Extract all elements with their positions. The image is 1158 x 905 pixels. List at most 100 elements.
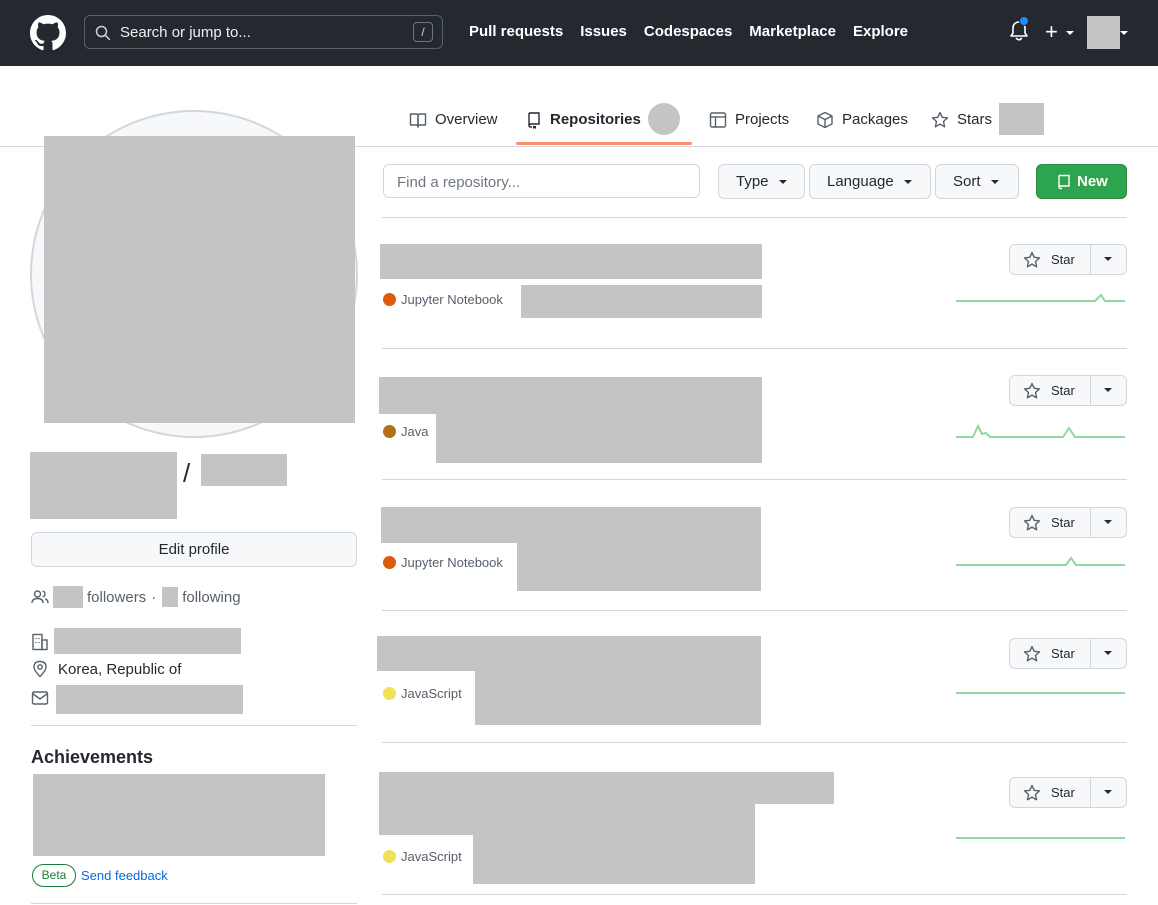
repo-title[interactable] [380,244,762,279]
chevron-down-icon[interactable] [1066,31,1074,35]
search-input[interactable]: Search or jump to... / [84,15,443,49]
chevron-down-icon[interactable] [1104,790,1112,794]
star-icon [1023,251,1041,267]
activity-sparkline [956,837,1125,839]
sidebar-divider-bottom [31,903,357,904]
repo-description [379,804,755,835]
find-repository-input[interactable]: Find a repository... [383,164,700,198]
repo-language: Jupyter Notebook [383,292,503,307]
repo-language-label: Java [401,424,429,439]
sort-filter-button[interactable]: Sort [935,164,1019,199]
star-action[interactable]: Star [1010,376,1091,405]
repo-description [517,543,761,591]
star-icon [1023,784,1041,800]
send-feedback-link[interactable]: Send feedback [81,868,168,883]
profile-email[interactable] [56,685,243,714]
nav-issues[interactable]: Issues [580,23,627,40]
list-divider [382,348,1127,349]
tab-stars[interactable]: Stars [931,104,992,146]
star-action[interactable]: Star [1010,778,1091,807]
create-new-button[interactable]: + [1045,21,1058,43]
star-action[interactable]: Star [1010,245,1091,274]
following-label[interactable]: following [182,589,240,606]
repo-title[interactable] [381,507,761,543]
repo-description [436,414,762,463]
language-color-dot [383,293,396,306]
chevron-down-icon[interactable] [1104,257,1112,261]
profile-avatar[interactable] [44,136,355,423]
tab-projects[interactable]: Projects [709,104,789,146]
star-button[interactable]: Star [1009,244,1127,275]
repo-title[interactable] [377,636,761,671]
repo-language-label: Jupyter Notebook [401,292,503,307]
star-icon [1023,645,1041,661]
star-label: Star [1051,785,1075,800]
tab-packages[interactable]: Packages [816,104,908,146]
tab-overview-label: Overview [435,111,498,128]
repo-title[interactable] [379,377,762,414]
tab-overview[interactable]: Overview [409,104,498,146]
activity-sparkline [956,423,1125,438]
repo-language: JavaScript [383,686,462,701]
language-filter-button[interactable]: Language [809,164,931,199]
new-repository-button[interactable]: New [1036,164,1127,199]
star-button[interactable]: Star [1009,777,1127,808]
nav-pull-requests[interactable]: Pull requests [469,23,563,40]
star-button[interactable]: Star [1009,638,1127,669]
repo-title[interactable] [379,772,834,804]
nav-marketplace[interactable]: Marketplace [749,23,836,40]
achievement-badges[interactable] [33,774,325,856]
followers-label[interactable]: followers [87,589,146,606]
search-shortcut-key: / [413,22,433,42]
language-filter-label: Language [827,173,894,190]
chevron-down-icon[interactable] [1120,31,1128,35]
user-avatar[interactable] [1087,16,1120,49]
repositories-count-badge [648,103,680,135]
search-icon [95,25,111,41]
chevron-down-icon[interactable] [1104,651,1112,655]
nav-codespaces[interactable]: Codespaces [644,23,732,40]
nav-explore[interactable]: Explore [853,23,908,40]
global-header: Search or jump to... / Pull requests Iss… [0,0,1158,66]
github-logo-icon[interactable] [30,15,66,51]
sort-filter-label: Sort [953,173,981,190]
profile-company [54,628,241,654]
new-repository-label: New [1077,173,1108,190]
table-icon [709,112,727,128]
star-button[interactable]: Star [1009,375,1127,406]
top-navigation: Pull requests Issues Codespaces Marketpl… [469,23,908,40]
star-action[interactable]: Star [1010,639,1091,668]
stars-count-badge [999,103,1044,135]
repo-language: Java [383,424,428,439]
star-icon [931,111,949,128]
list-divider [382,217,1127,218]
people-icon [31,590,49,604]
star-label: Star [1051,515,1075,530]
follow-separator: · [151,588,157,606]
star-label: Star [1051,646,1075,661]
list-divider [382,610,1127,611]
mail-icon [31,691,49,705]
star-label: Star [1051,383,1075,398]
following-count[interactable] [162,587,179,607]
repo-description-continued [473,835,755,884]
star-icon [1023,382,1041,398]
active-tab-indicator [516,142,692,145]
star-label: Star [1051,252,1075,267]
type-filter-button[interactable]: Type [718,164,805,199]
tab-packages-label: Packages [842,111,908,128]
tab-repositories[interactable]: Repositories [526,104,641,146]
chevron-down-icon[interactable] [1104,520,1112,524]
repo-icon [1058,174,1070,189]
edit-profile-button[interactable]: Edit profile [31,532,357,567]
beta-badge: Beta [32,864,76,887]
achievements-heading[interactable]: Achievements [31,747,153,768]
star-action[interactable]: Star [1010,508,1091,537]
chevron-down-icon [990,179,999,184]
activity-sparkline [956,692,1125,694]
language-color-dot [383,556,396,569]
chevron-down-icon[interactable] [1104,388,1112,392]
followers-count[interactable] [53,586,83,608]
profile-location: Korea, Republic of [58,660,182,678]
star-button[interactable]: Star [1009,507,1127,538]
